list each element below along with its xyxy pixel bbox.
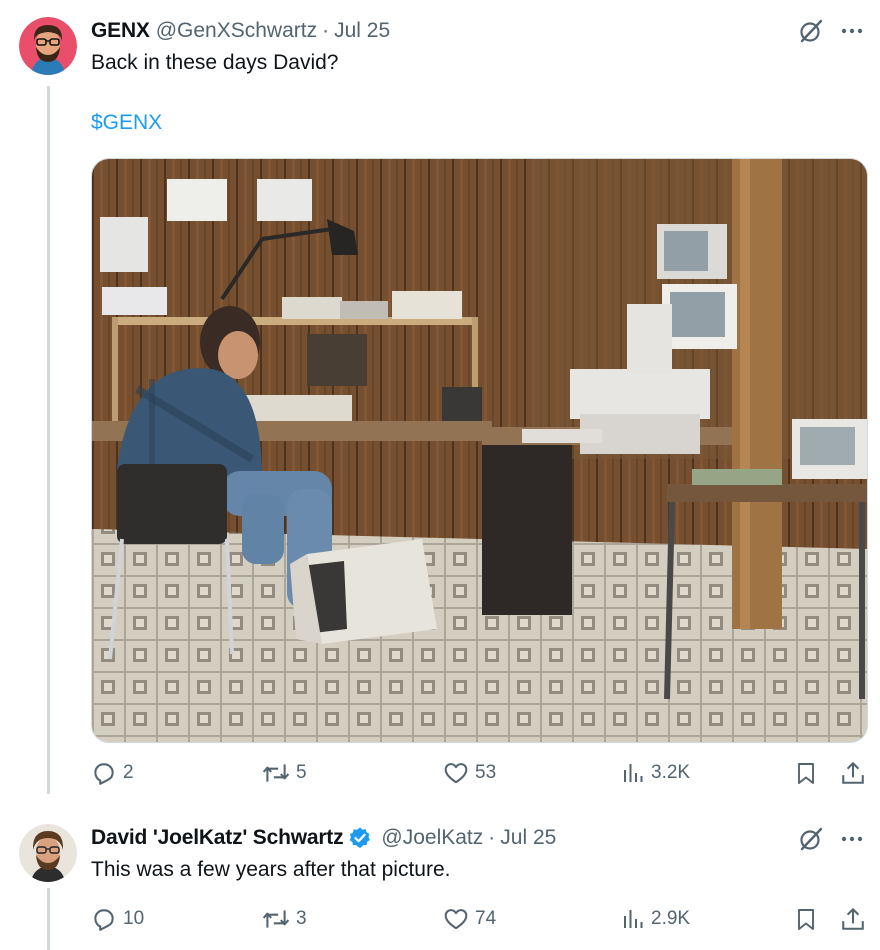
reply-count: 10 xyxy=(123,908,145,929)
photo-image xyxy=(92,159,867,742)
views-icon xyxy=(624,764,643,782)
more-icon[interactable] xyxy=(840,19,864,43)
like-count: 74 xyxy=(475,908,497,929)
views-count: 3.2K xyxy=(651,762,691,783)
views-button[interactable]: 3.2K xyxy=(621,760,690,786)
reply-icon xyxy=(94,763,114,785)
grok-icon[interactable] xyxy=(798,18,824,44)
share-button[interactable] xyxy=(840,760,866,786)
views-icon xyxy=(624,910,643,928)
reply-icon xyxy=(94,909,114,931)
share-button[interactable] xyxy=(840,906,866,932)
like-count: 53 xyxy=(475,762,497,783)
tweet-2-header: David 'JoelKatz' Schwartz @JoelKatz · Ju… xyxy=(91,824,556,852)
avatar-genx[interactable] xyxy=(19,17,77,75)
separator-dot: · xyxy=(488,826,496,849)
tweet-date[interactable]: Jul 25 xyxy=(334,19,390,43)
like-icon xyxy=(444,763,468,784)
author-handle[interactable]: @GenXSchwartz xyxy=(156,19,317,43)
tweet-2-text: This was a few years after that picture. xyxy=(91,858,451,881)
separator-dot: · xyxy=(322,19,330,42)
author-handle[interactable]: @JoelKatz xyxy=(381,826,483,850)
repost-icon xyxy=(262,910,290,928)
like-button[interactable]: 74 xyxy=(443,906,496,932)
bookmark-button[interactable] xyxy=(794,906,818,932)
tweet-1-actions: 2 5 53 3.2K xyxy=(91,760,866,790)
bookmark-icon xyxy=(798,763,814,784)
repost-button[interactable]: 3 xyxy=(262,906,307,932)
avatar-joelkatz[interactable] xyxy=(19,824,77,882)
tweet-1-text: Back in these days David? xyxy=(91,51,339,74)
repost-icon xyxy=(262,764,290,782)
bookmark-button[interactable] xyxy=(794,760,818,786)
like-icon xyxy=(444,909,468,930)
author-name[interactable]: David 'JoelKatz' Schwartz xyxy=(91,826,344,850)
tweet-1-top-actions xyxy=(798,18,864,44)
verified-badge-icon[interactable] xyxy=(348,826,372,850)
views-count: 2.9K xyxy=(651,908,691,929)
tweet-1-header: GENX @GenXSchwartz · Jul 25 xyxy=(91,17,390,45)
tweet-2-top-actions xyxy=(798,826,864,852)
more-icon[interactable] xyxy=(840,827,864,851)
thread-connector-line-lower xyxy=(47,888,50,950)
grok-icon[interactable] xyxy=(798,826,824,852)
tweet-2-actions: 10 3 74 2.9K xyxy=(91,906,866,936)
like-button[interactable]: 53 xyxy=(443,760,496,786)
reply-count: 2 xyxy=(123,762,134,783)
reply-button[interactable]: 10 xyxy=(91,906,144,932)
cashtag-link[interactable]: $GENX xyxy=(91,111,162,135)
repost-button[interactable]: 5 xyxy=(262,760,307,786)
share-icon xyxy=(842,762,864,784)
author-name[interactable]: GENX xyxy=(91,19,150,43)
thread-connector-line xyxy=(47,86,50,794)
repost-count: 5 xyxy=(296,762,307,783)
bookmark-icon xyxy=(798,909,814,930)
views-button[interactable]: 2.9K xyxy=(621,906,690,932)
share-icon xyxy=(842,908,864,930)
repost-count: 3 xyxy=(296,908,307,929)
tweet-photo[interactable] xyxy=(91,158,868,743)
tweet-date[interactable]: Jul 25 xyxy=(500,826,556,850)
reply-button[interactable]: 2 xyxy=(91,760,134,786)
